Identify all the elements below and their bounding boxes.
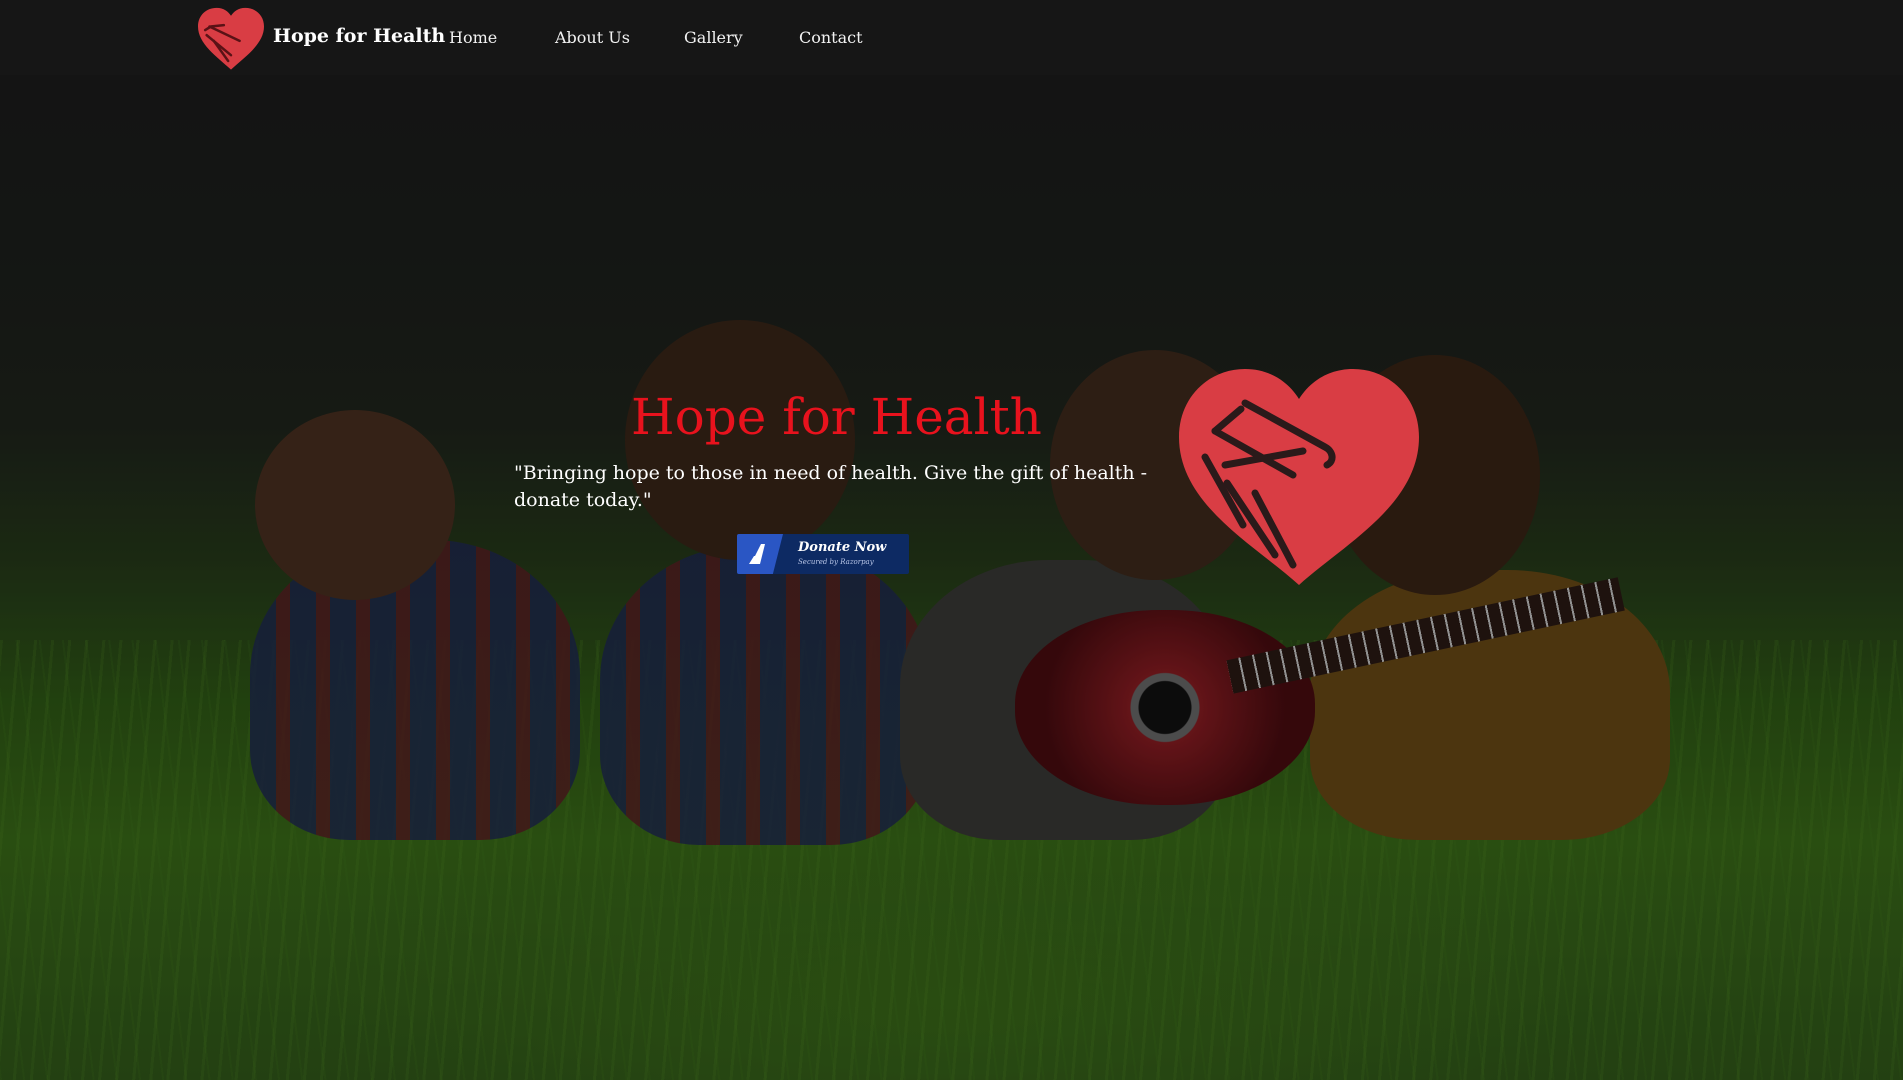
nav-link-gallery[interactable]: Gallery [684,28,743,47]
handshake-heart-icon[interactable] [195,5,267,71]
donate-secured-label: Secured by Razorpay [798,558,874,566]
hero-quote: "Bringing hope to those in need of healt… [514,462,1148,511]
hero-dark-overlay [0,0,1903,1080]
donate-now-button[interactable]: Donate Now Secured by Razorpay [737,534,909,574]
brand-name[interactable]: Hope for Health [273,25,445,47]
donate-now-label: Donate Now [798,540,887,555]
razorpay-icon [749,544,765,564]
nav-link-contact[interactable]: Contact [799,28,863,47]
handshake-heart-icon [1179,369,1419,585]
navbar: Hope for Health Home About Us Gallery Co… [0,0,1903,75]
nav-link-home[interactable]: Home [449,28,497,47]
hero-title: Hope for Health [631,388,1042,446]
page: Hope for Health Home About Us Gallery Co… [0,0,1903,1080]
nav-link-about-us[interactable]: About Us [555,28,630,47]
razorpay-icon-box [737,534,783,574]
